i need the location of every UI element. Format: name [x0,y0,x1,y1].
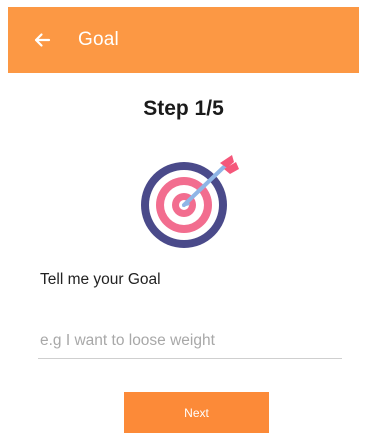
app-bar-title: Goal [78,29,119,50]
goal-screen: Goal Step 1/5 Tell me your Goal Next [0,0,367,433]
step-indicator: Step 1/5 [143,97,224,120]
goal-input[interactable] [38,323,342,359]
goal-label: Tell me your Goal [40,271,161,288]
app-bar: Goal [8,7,359,73]
target-with-arrow-icon [141,155,239,248]
next-button[interactable]: Next [124,392,269,433]
arrow-left-icon [34,33,51,47]
back-button[interactable] [24,22,60,58]
